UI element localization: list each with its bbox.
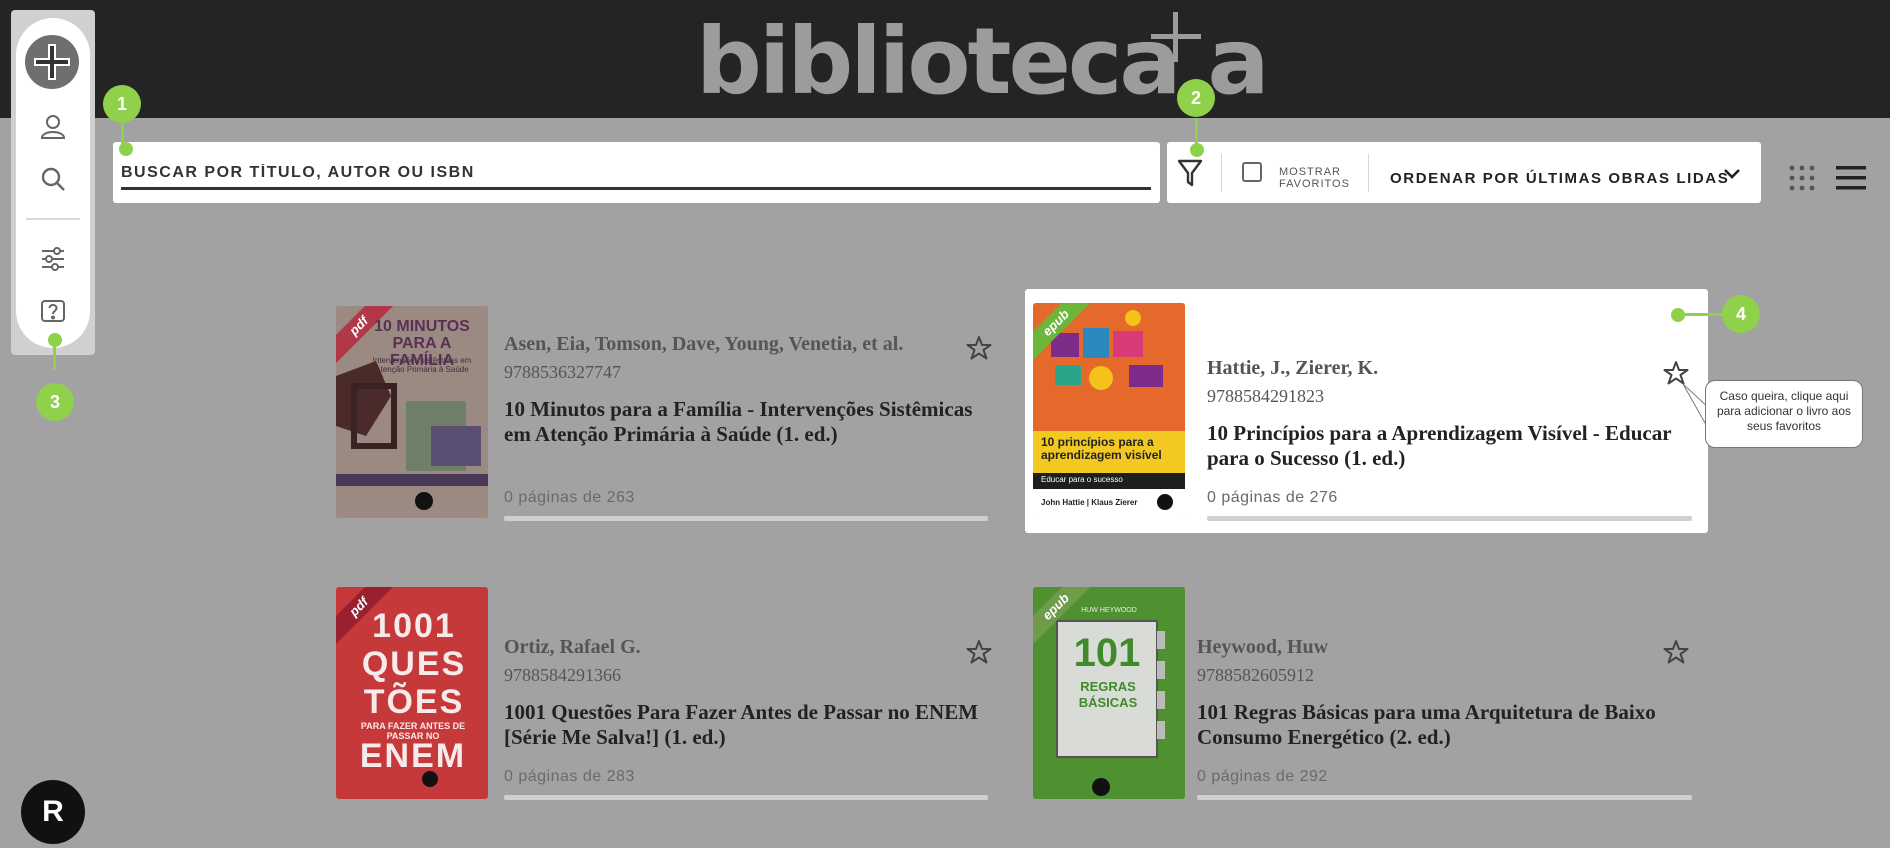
callout-dot [119,142,133,156]
book-title[interactable]: 10 Minutos para a Família - Intervenções… [504,397,1004,447]
book-pages: 0 páginas de 283 [504,768,635,785]
help-icon[interactable] [37,296,69,328]
book-authors: Hattie, J., Zierer, K. [1207,357,1379,379]
r-logo-icon[interactable]: R [21,780,85,844]
chevron-down-icon[interactable] [1723,167,1741,181]
book-authors: Ortiz, Rafael G. [504,636,641,658]
cover-subtitle: Educar para o sucesso [1041,475,1123,484]
search-input[interactable] [121,150,1151,190]
filter-icon[interactable] [1173,156,1207,190]
book-card[interactable]: epub HUW HEYWOOD 101 REGRAS BÁSICAS Heyw… [1025,568,1708,812]
list-view-icon[interactable] [1836,164,1866,192]
book-meta: Hattie, J., Zierer, K. 9788584291823 10 … [1207,357,1707,471]
cover-title: 101 [1073,631,1141,675]
cover-authors: John Hattie | Klaus Zierer [1041,498,1138,507]
book-isbn: 9788536327747 [504,362,621,382]
progress-bar [504,795,988,800]
callout-badge: 4 [1722,295,1760,333]
book-title[interactable]: 10 Princípios para a Aprendizagem Visíve… [1207,421,1707,471]
logo-plus-icon [1151,12,1201,62]
callout-dot [1671,308,1685,322]
callout-badge: 3 [36,383,74,421]
publisher-logo-icon [422,771,438,787]
book-isbn: 9788584291366 [504,665,621,685]
book-title[interactable]: 1001 Questões Para Fazer Antes de Passar… [504,700,1004,750]
cover-author: HUW HEYWOOD [1081,607,1137,614]
book-pages: 0 páginas de 292 [1197,768,1328,785]
search-bar [113,142,1160,203]
cover-title: 1001 QUES TÕES [361,607,467,721]
cover-title-2: ENEM [359,737,467,775]
book-card[interactable]: pdf 10 MINUTOS PARA A FAMÍLIA Intervençõ… [328,289,1018,533]
callout-dot [48,333,62,347]
callout-badge: 1 [103,85,141,123]
favorites-tooltip: Caso queira, clique aqui para adicionar … [1705,380,1863,448]
progress-bar [504,516,988,521]
star-icon[interactable] [966,639,992,665]
cover-subtitle: Intervenções sistêmicas em Atenção Primá… [372,356,472,374]
book-isbn: 9788582605912 [1197,665,1314,685]
callout-badge: 2 [1177,79,1215,117]
book-cover[interactable]: epub 10 princípios para a aprendizagem v… [1033,303,1185,515]
book-isbn: 9788584291823 [1207,386,1324,406]
search-icon[interactable] [37,163,69,195]
book-meta: Ortiz, Rafael G. 9788584291366 1001 Ques… [504,636,1004,750]
book-card[interactable]: epub 10 princípios para a aprendizagem v… [1025,289,1708,533]
book-card[interactable]: pdf 1001 QUES TÕES PARA FAZER ANTES DE P… [328,568,1018,812]
progress-bar [1197,795,1692,800]
book-meta: Asen, Eia, Tomson, Dave, Young, Venetia,… [504,333,1004,447]
book-cover[interactable]: pdf 10 MINUTOS PARA A FAMÍLIA Intervençõ… [336,306,488,518]
sidebar-divider [26,218,80,220]
sliders-icon[interactable] [37,243,69,275]
progress-bar [1207,516,1692,521]
filter-divider [1221,154,1222,192]
cover-title-2: REGRAS BÁSICAS [1078,679,1138,710]
book-title[interactable]: 101 Regras Básicas para uma Arquitetura … [1197,700,1697,750]
book-meta: Heywood, Huw 9788582605912 101 Regras Bá… [1197,636,1697,750]
book-authors: Asen, Eia, Tomson, Dave, Young, Venetia,… [504,333,904,355]
star-icon[interactable] [966,335,992,361]
star-icon[interactable] [1663,360,1689,386]
favorites-checkbox[interactable] [1242,162,1262,182]
book-cover[interactable]: pdf 1001 QUES TÕES PARA FAZER ANTES DE P… [336,587,488,799]
book-pages: 0 páginas de 263 [504,489,635,506]
sort-dropdown[interactable]: ORDENAR POR ÚLTIMAS OBRAS LIDAS [1390,170,1729,187]
cover-title: 10 princípios para a aprendizagem visíve… [1041,435,1162,462]
book-cover[interactable]: epub HUW HEYWOOD 101 REGRAS BÁSICAS [1033,587,1185,799]
grid-view-icon[interactable] [1788,164,1816,192]
user-icon[interactable] [37,110,69,142]
book-authors: Heywood, Huw [1197,636,1329,658]
filter-bar: MOSTRAR FAVORITOS ORDENAR POR ÚLTIMAS OB… [1167,142,1761,203]
favorites-label: MOSTRAR FAVORITOS [1279,166,1350,190]
sidebar [16,18,90,348]
brand-plus-icon[interactable] [25,35,79,89]
book-pages: 0 páginas de 276 [1207,489,1338,506]
callout-dot [1190,143,1204,157]
filter-divider [1368,154,1369,192]
star-icon[interactable] [1663,639,1689,665]
